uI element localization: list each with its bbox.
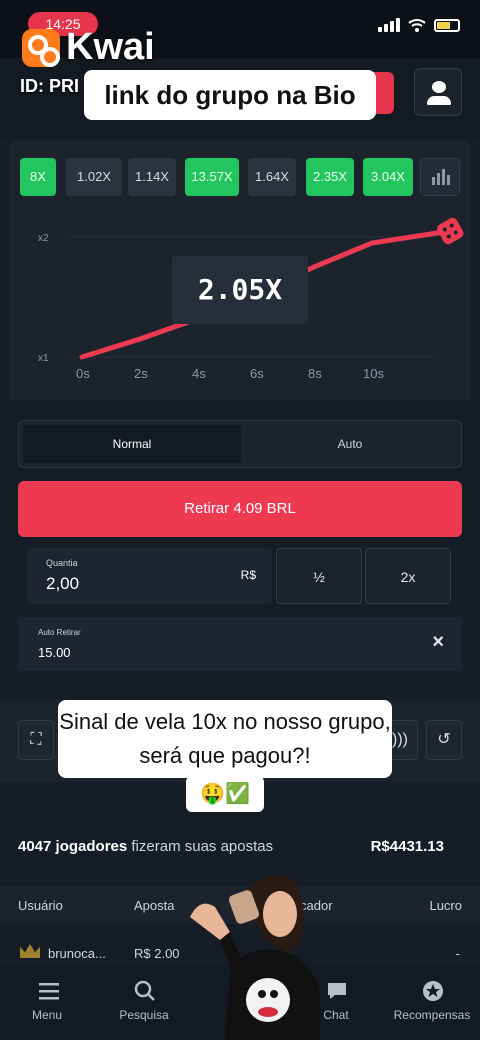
- x-tick-label: 2s: [134, 366, 148, 381]
- y-tick-label: x2: [38, 233, 49, 244]
- battery-icon: [434, 18, 460, 32]
- kwai-watermark: Kwai: [22, 26, 155, 69]
- crown-icon: [20, 944, 40, 958]
- bet-mode-tabs: Normal Auto: [18, 420, 462, 468]
- x-tick-label: 8s: [308, 366, 322, 381]
- double-amount-button[interactable]: 2x: [365, 548, 451, 604]
- auto-withdraw-field[interactable]: Auto Retirar 15.00 ×: [18, 617, 462, 671]
- x-tick-label: 6s: [250, 366, 264, 381]
- multiplier-history: 8X 1.02X 1.14X 13.57X 1.64X 2.35X 3.04X: [20, 158, 460, 196]
- col-profit: Lucro: [429, 898, 462, 913]
- tab-auto[interactable]: Auto: [241, 425, 459, 463]
- x-tick-label: 10s: [363, 366, 384, 381]
- players-suffix: fizeram suas apostas: [131, 838, 274, 855]
- players-total: R$4431.13: [370, 838, 444, 855]
- history-chip: 1.64X: [248, 158, 296, 196]
- user-profile-button[interactable]: [414, 68, 462, 116]
- wifi-icon: [408, 19, 426, 32]
- row-profit: -: [455, 946, 460, 961]
- players-count: 4047 jogadores: [18, 838, 128, 855]
- col-user: Usuário: [18, 898, 63, 913]
- auto-withdraw-value: 15.00: [38, 645, 71, 660]
- menu-icon: [39, 983, 59, 1000]
- kwai-logo-icon: [22, 28, 60, 67]
- y-tick-label: x1: [38, 353, 49, 364]
- dice-marker-icon: [437, 217, 464, 245]
- game-panel: 8X 1.02X 1.14X 13.57X 1.64X 2.35X 3.04X …: [10, 140, 470, 400]
- amount-label: Quantia: [46, 558, 78, 568]
- nav-rewards[interactable]: Recompensas: [384, 966, 480, 1040]
- nav-menu[interactable]: Menu: [0, 966, 96, 1040]
- x-tick-label: 4s: [192, 366, 206, 381]
- history-chip: 3.04X: [363, 158, 413, 196]
- amount-value: 2,00: [46, 574, 80, 593]
- app-root: 14:25 Kwai ID: PRI link do grupo na Bio …: [0, 0, 480, 1040]
- current-multiplier: 2.05X: [172, 256, 308, 324]
- search-icon: [134, 980, 155, 1001]
- history-chip: 8X: [20, 158, 56, 196]
- bet-amount-field[interactable]: Quantia 2,00 R$: [26, 548, 272, 604]
- withdraw-button[interactable]: Retirar 4.09 BRL: [18, 481, 462, 537]
- video-caption: Sinal de vela 10x no nosso grupo, será q…: [58, 700, 392, 778]
- streamer-figure: [190, 875, 320, 1040]
- nav-label: Recompensas: [393, 1008, 471, 1022]
- history-chip: 13.57X: [185, 158, 239, 196]
- link-banner: link do grupo na Bio: [84, 70, 376, 120]
- tab-normal[interactable]: Normal: [23, 425, 241, 463]
- cellular-signal-icon: [378, 18, 400, 32]
- history-chart-icon[interactable]: [420, 158, 460, 196]
- amount-currency: R$: [240, 568, 256, 582]
- auto-withdraw-label: Auto Retirar: [38, 628, 81, 637]
- row-user: brunoca...: [48, 946, 106, 961]
- kwai-user-id: ID: PRI: [20, 76, 80, 96]
- players-text: 4047 jogadores fizeram suas apostas: [18, 838, 273, 855]
- x-tick-label: 0s: [76, 366, 90, 381]
- caption-emoji: 🤑✅: [186, 776, 264, 812]
- close-icon[interactable]: ×: [432, 631, 444, 654]
- col-bet: Aposta: [134, 898, 175, 913]
- status-icons: [378, 18, 460, 32]
- history-chip: 1.14X: [128, 158, 176, 196]
- history-icon[interactable]: ↺: [426, 720, 462, 760]
- nav-label: Menu: [31, 1008, 63, 1022]
- history-chip: 2.35X: [306, 158, 354, 196]
- half-amount-button[interactable]: ½: [276, 548, 362, 604]
- fullscreen-icon[interactable]: ⛶: [18, 720, 54, 760]
- kwai-brand: Kwai: [66, 26, 155, 68]
- rewards-star-icon: [423, 981, 443, 1001]
- history-chip: 1.02X: [66, 158, 122, 196]
